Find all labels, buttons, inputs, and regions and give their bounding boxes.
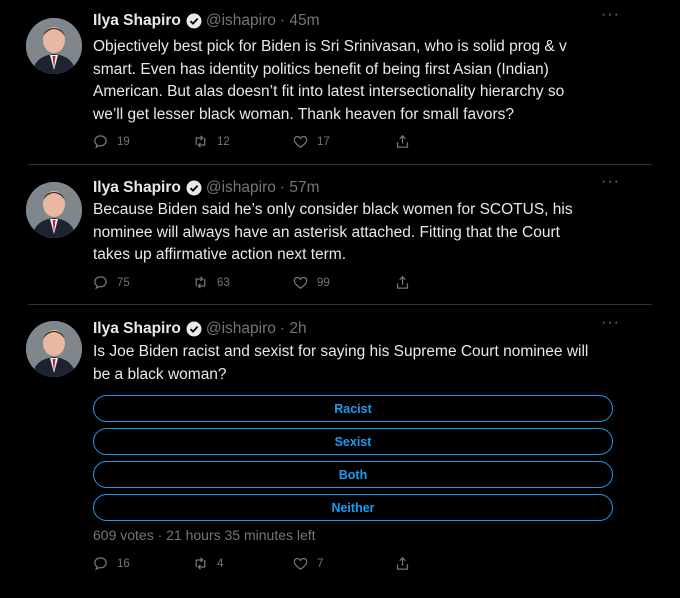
tweet-text: Is Joe Biden racist and sexist for sayin… xyxy=(93,341,628,386)
retweet-button[interactable]: 4 xyxy=(192,555,223,572)
tweet-text-line: smart. Even has identity politics benefi… xyxy=(93,60,549,78)
tweet-text: Because Biden said he’s only consider bl… xyxy=(93,199,628,267)
reply-count: 16 xyxy=(117,557,130,570)
share-icon xyxy=(396,556,409,570)
retweet-icon xyxy=(195,557,206,570)
tweet-text-line: we’ll get lesser black woman. Thank heav… xyxy=(93,105,514,123)
tweet-1[interactable]: Ilya Shapiro @ishapiro · 45m ··· Objecti… xyxy=(0,6,680,160)
tweet-text-line: be a black woman? xyxy=(93,365,227,383)
more-options-icon[interactable]: ··· xyxy=(601,173,620,191)
avatar[interactable] xyxy=(26,182,82,238)
reply-count: 19 xyxy=(117,135,130,148)
more-options-icon[interactable]: ··· xyxy=(601,314,620,332)
tweet-actions: 19 12 17 xyxy=(92,133,422,151)
like-button[interactable]: 99 xyxy=(292,274,330,291)
verified-badge-icon xyxy=(186,321,202,337)
like-count: 17 xyxy=(317,135,330,148)
poll-option-racist[interactable]: Racist xyxy=(93,395,613,422)
like-count: 99 xyxy=(317,276,330,289)
avatar[interactable] xyxy=(26,321,82,377)
avatar[interactable] xyxy=(26,18,82,74)
reply-icon xyxy=(94,276,107,290)
reply-icon xyxy=(94,557,107,571)
poll-option-both[interactable]: Both xyxy=(93,461,613,488)
tweet-text: Objectively best pick for Biden is Sri S… xyxy=(93,36,628,126)
poll-status: 609 votes · 21 hours 35 minutes left xyxy=(93,527,316,543)
like-count: 7 xyxy=(317,557,324,570)
retweet-count: 63 xyxy=(217,276,230,289)
share-button[interactable] xyxy=(394,133,419,150)
heart-icon xyxy=(293,135,308,148)
author-name[interactable]: Ilya Shapiro xyxy=(93,179,181,197)
author-handle[interactable]: @ishapiro xyxy=(206,12,276,30)
author-name[interactable]: Ilya Shapiro xyxy=(93,12,181,30)
tweet-text-line: Objectively best pick for Biden is Sri S… xyxy=(93,38,567,55)
verified-badge-icon xyxy=(186,180,202,196)
reply-button[interactable]: 19 xyxy=(92,133,130,150)
author-handle[interactable]: @ishapiro xyxy=(206,179,276,197)
retweet-icon xyxy=(195,135,206,148)
tweet-text-line: Is Joe Biden racist and sexist for sayin… xyxy=(93,343,589,360)
share-icon xyxy=(396,275,409,289)
tweet-2[interactable]: Ilya Shapiro @ishapiro · 57m ··· Because… xyxy=(0,173,680,297)
timestamp[interactable]: · 45m xyxy=(280,12,320,30)
verified-badge-icon xyxy=(186,13,202,29)
poll-option-sexist[interactable]: Sexist xyxy=(93,428,613,455)
tweet-3[interactable]: Ilya Shapiro @ishapiro · 2h ··· Is Joe B… xyxy=(0,314,680,588)
tweet-text-line: Because Biden said he’s only consider bl… xyxy=(93,201,573,218)
share-icon xyxy=(396,134,409,148)
divider xyxy=(28,304,652,305)
tweet-header: Ilya Shapiro @ishapiro · 57m xyxy=(93,177,320,199)
tweet-actions: 75 63 99 xyxy=(92,274,422,292)
reply-button[interactable]: 16 xyxy=(92,555,130,572)
reply-icon xyxy=(94,135,107,149)
tweet-actions: 16 4 7 xyxy=(92,555,422,573)
reply-button[interactable]: 75 xyxy=(92,274,130,291)
author-handle[interactable]: @ishapiro xyxy=(206,320,276,338)
heart-icon xyxy=(293,276,308,289)
more-options-icon[interactable]: ··· xyxy=(601,6,620,24)
poll-option-neither[interactable]: Neither xyxy=(93,494,613,521)
timestamp[interactable]: · 2h xyxy=(280,320,307,338)
tweet-header: Ilya Shapiro @ishapiro · 45m xyxy=(93,10,320,32)
retweet-button[interactable]: 63 xyxy=(192,274,230,291)
timestamp[interactable]: · 57m xyxy=(280,179,320,197)
retweet-count: 4 xyxy=(217,557,224,570)
like-button[interactable]: 17 xyxy=(292,133,330,150)
author-name[interactable]: Ilya Shapiro xyxy=(93,320,181,338)
retweet-button[interactable]: 12 xyxy=(192,133,230,150)
like-button[interactable]: 7 xyxy=(292,555,323,572)
share-button[interactable] xyxy=(394,274,419,291)
divider xyxy=(28,164,652,165)
retweet-icon xyxy=(195,276,206,289)
tweet-text-line: takes up affirmative action next term. xyxy=(93,246,346,263)
share-button[interactable] xyxy=(394,555,419,572)
tweet-header: Ilya Shapiro @ishapiro · 2h xyxy=(93,318,307,340)
tweet-text-line: American. But alas doesn’t fit into late… xyxy=(93,83,565,100)
retweet-count: 12 xyxy=(217,135,230,148)
reply-count: 75 xyxy=(117,276,130,289)
tweet-text-line: nominee will always have an asterisk att… xyxy=(93,223,560,241)
heart-icon xyxy=(293,557,308,570)
